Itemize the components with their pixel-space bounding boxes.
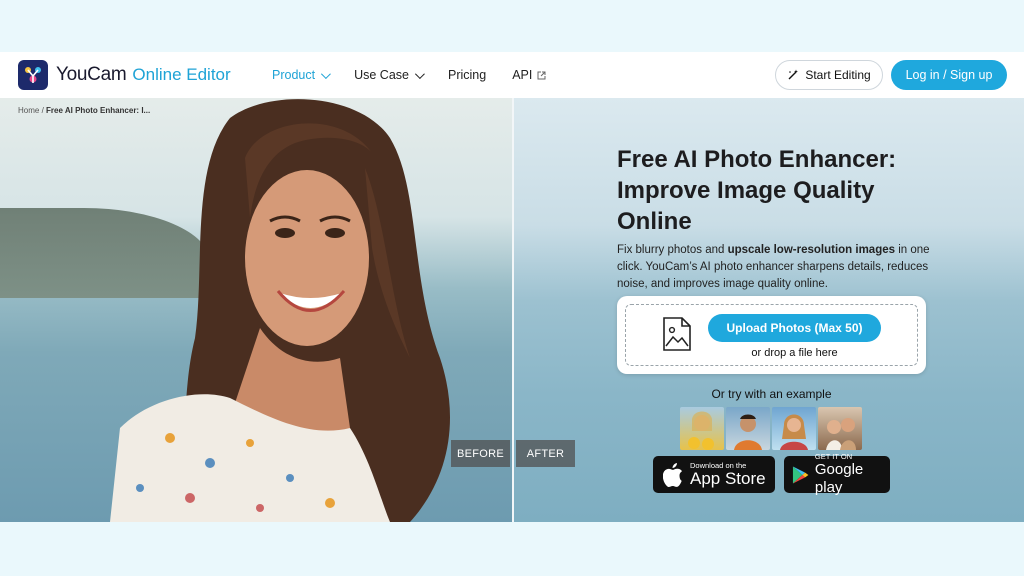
top-header: YouCam Online Editor Product Use Case Pr… [0,52,1024,98]
logo-subtitle: Online Editor [132,65,231,84]
breadcrumb-separator: / [41,106,44,115]
breadcrumb: Home / Free AI Photo Enhancer: I... [18,106,150,115]
app-store-big: App Store [690,469,766,488]
image-file-icon [663,317,691,351]
nav-product-label: Product [272,68,316,82]
login-signup-button[interactable]: Log in / Sign up [891,60,1007,90]
nav-pricing-label: Pricing [447,68,487,82]
google-play-text: GET IT ON Google play [815,452,890,497]
google-play-badge[interactable]: GET IT ON Google play [784,452,890,496]
nav-api[interactable]: API [512,68,546,82]
start-editing-label: Start Editing [805,68,871,82]
example-thumbnails [680,407,864,450]
nav-api-label: API [512,68,533,82]
start-editing-button[interactable]: Start Editing [775,60,883,90]
example-thumbnail[interactable] [726,407,770,450]
nav-product[interactable]: Product [272,68,331,82]
example-thumbnail[interactable] [772,407,816,450]
nav-pricing[interactable]: Pricing [448,68,486,82]
upload-photos-button[interactable]: Upload Photos (Max 50) [708,314,881,342]
before-label[interactable]: BEFORE [451,440,510,467]
desc-part-1: Fix blurry photos and [617,244,728,256]
try-example-text: Or try with an example [711,387,832,401]
logo-name: YouCam [56,64,127,85]
hero-description: Fix blurry photos and upscale low-resolu… [617,242,937,293]
example-thumbnail[interactable] [680,407,724,450]
chevron-down-icon [321,68,331,79]
login-signup-label: Log in / Sign up [905,68,993,82]
hero-section: Home / Free AI Photo Enhancer: I... BEFO… [0,98,1024,522]
nav-use-case-label: Use Case [354,68,409,82]
desc-highlight: upscale low-resolution images [727,244,896,256]
magic-wand-icon [788,69,799,80]
breadcrumb-current: Free AI Photo Enhancer: I... [46,106,151,115]
youcam-logo-icon [18,60,48,90]
drop-file-text: or drop a file here [751,347,838,359]
before-after-divider[interactable] [512,98,514,522]
nav-use-case[interactable]: Use Case [354,68,425,82]
browser-page: YouCam Online Editor Product Use Case Pr… [0,52,1024,522]
after-label[interactable]: AFTER [516,440,575,467]
breadcrumb-home[interactable]: Home [18,106,39,115]
main-nav: Product Use Case Pricing API [272,52,572,98]
logo[interactable]: YouCam Online Editor [18,60,231,90]
google-play-big: Google play [814,461,864,496]
google-play-small: GET IT ON [814,452,853,461]
apple-icon [663,462,682,487]
external-link-icon [537,71,546,79]
chevron-down-icon [414,68,425,79]
app-store-badge[interactable]: Download on the App Store [653,456,775,493]
example-thumbnail[interactable] [818,407,862,450]
app-store-text: Download on the App Store [690,461,766,488]
portrait-photo [110,99,450,522]
google-play-icon [792,466,809,483]
page-title: Free AI Photo Enhancer: Improve Image Qu… [617,146,897,235]
